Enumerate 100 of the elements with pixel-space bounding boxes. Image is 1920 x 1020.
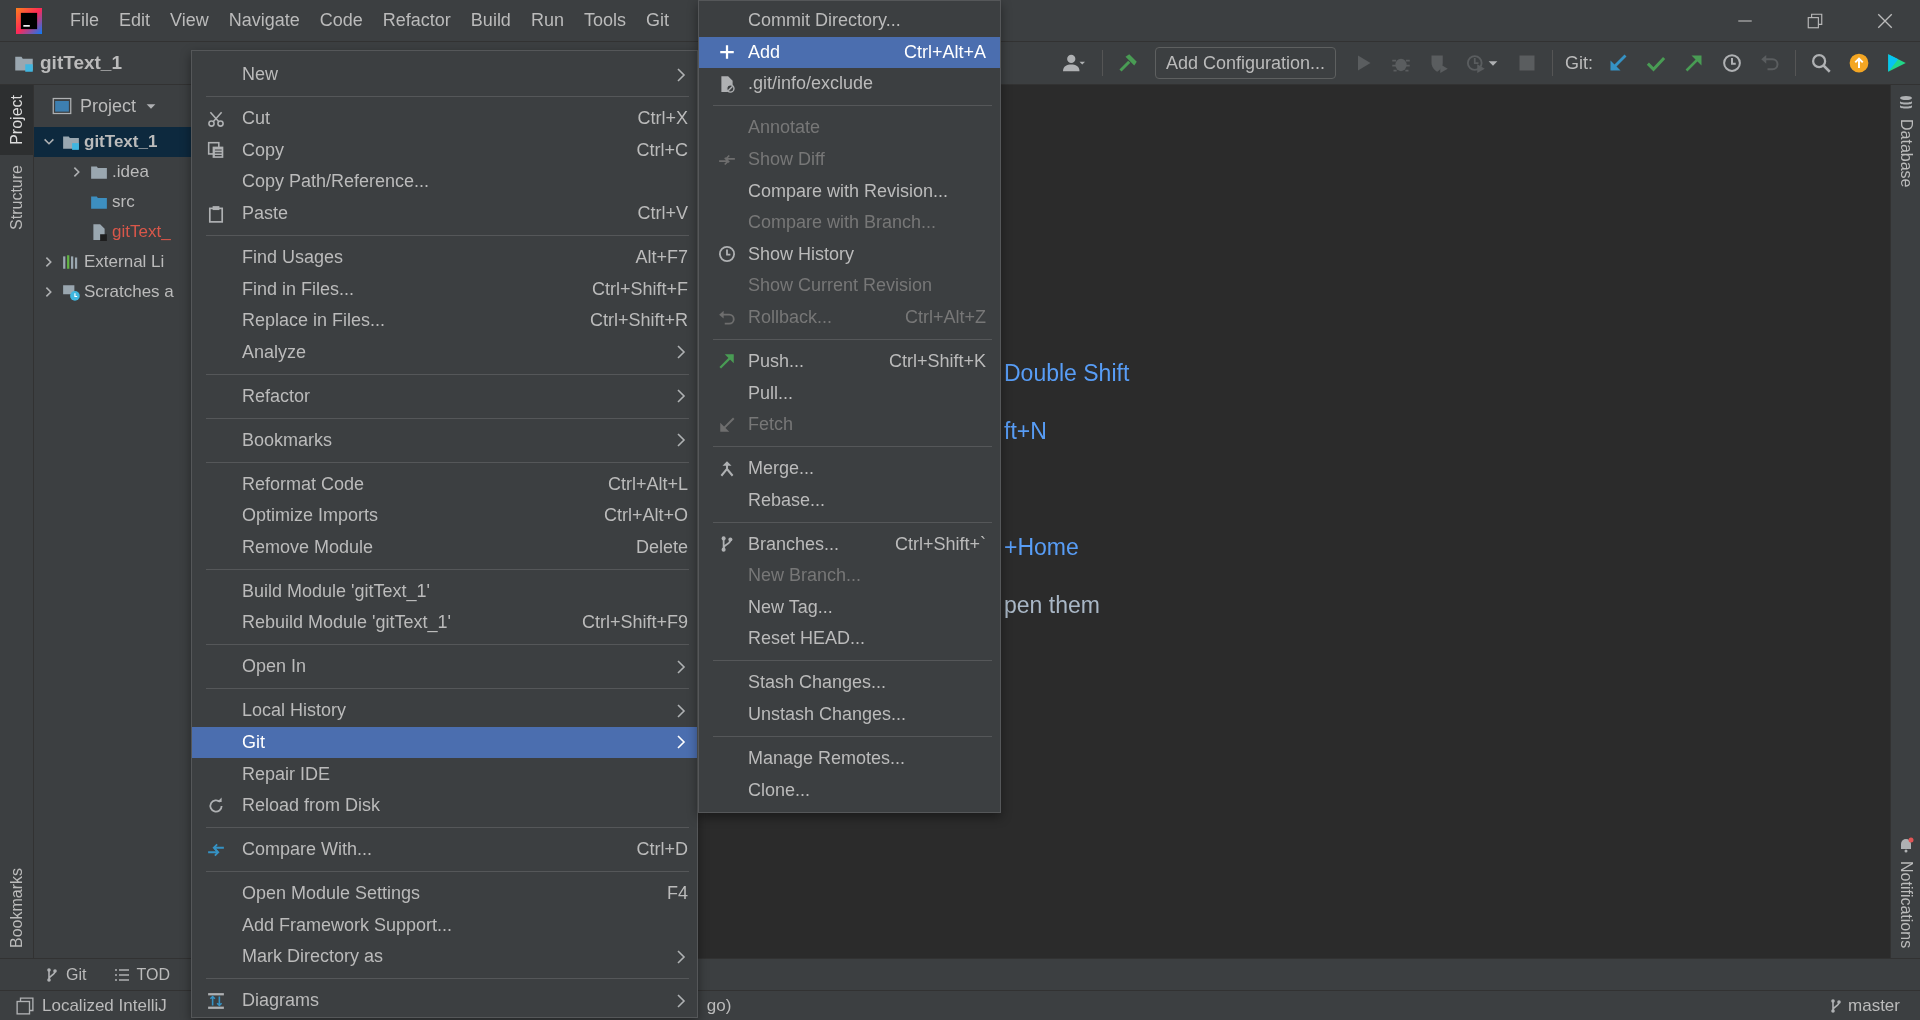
toolbox-logo-icon[interactable] — [1887, 53, 1907, 73]
menu-item[interactable]: .git/info/exclude — [699, 68, 1000, 100]
menu-item[interactable]: Git — [192, 726, 697, 759]
menu-bar-item[interactable]: Code — [309, 10, 373, 31]
menu-item[interactable]: Pull... — [699, 377, 1000, 409]
menu-item[interactable]: Merge... — [699, 452, 1000, 485]
restore-icon[interactable] — [1806, 11, 1824, 30]
menu-bar-item[interactable]: View — [160, 10, 219, 31]
menu-item[interactable]: Compare with Revision... — [699, 175, 1000, 207]
menu-item[interactable]: Rebase... — [699, 484, 1000, 517]
menu-bar-item[interactable]: Tools — [573, 10, 636, 31]
menu-bar-item[interactable]: Edit — [109, 10, 161, 31]
menu-item[interactable]: Commit Directory... — [699, 5, 1000, 37]
clipboard-icon — [207, 204, 225, 223]
editor-hint: pen them — [1004, 591, 1101, 620]
hammer-icon[interactable] — [1117, 53, 1138, 73]
menu-item[interactable]: Add Ctrl+Alt+A — [699, 36, 1000, 69]
menu-item[interactable]: Build Module 'gitText_1' — [192, 575, 697, 608]
menu-bar-item[interactable]: Refactor — [372, 10, 461, 31]
shortcut-label: Ctrl+Shift+` — [894, 533, 986, 555]
menu-item[interactable]: Reset HEAD... — [699, 623, 1000, 655]
menu-item[interactable]: Stash Changes... — [699, 667, 1000, 699]
shortcut-label: Ctrl+V — [637, 203, 688, 225]
tool-window-tab[interactable]: Database — [1891, 85, 1920, 198]
search-icon[interactable] — [1811, 53, 1831, 73]
menu-item[interactable]: Diagrams — [192, 984, 697, 1017]
folder-icon — [90, 193, 108, 211]
menu-bar-item[interactable]: Navigate — [218, 10, 310, 31]
menu-item[interactable]: Copy Path/Reference... — [192, 166, 697, 198]
menu-item[interactable]: Refactor — [192, 380, 697, 413]
update-badge-icon[interactable] — [1849, 53, 1869, 73]
shortcut-label: Ctrl+Shift+F — [591, 278, 688, 300]
tool-window-tab[interactable]: Bookmarks — [0, 857, 33, 958]
menu-item[interactable]: Remove Module Delete — [192, 531, 697, 564]
menu-item[interactable]: New — [192, 59, 697, 91]
menu-item[interactable]: Open In — [192, 651, 697, 683]
window-icon[interactable] — [16, 996, 34, 1015]
menu-item[interactable]: New Tag... — [699, 591, 1000, 624]
tool-window-tab[interactable]: Notifications — [1891, 826, 1920, 958]
push-arrow-icon[interactable] — [1684, 53, 1704, 73]
scissors-icon — [207, 109, 225, 128]
menu-item[interactable]: Reload from Disk — [192, 789, 697, 822]
user-icon[interactable] — [1062, 52, 1085, 74]
up-arrow-icon — [718, 352, 736, 371]
menu-item[interactable]: Branches... Ctrl+Shift+` — [699, 528, 1000, 560]
menu-item[interactable]: Manage Remotes... — [699, 742, 1000, 775]
menu-bar-item[interactable]: Git — [635, 10, 679, 31]
menu-item[interactable]: Clone... — [699, 774, 1000, 806]
git-label: Git: — [1564, 52, 1594, 74]
menu-item[interactable]: Reformat Code Ctrl+Alt+L — [192, 468, 697, 500]
menu-item[interactable]: Cut Ctrl+X — [192, 102, 697, 135]
menu-bar-item[interactable]: Run — [520, 10, 574, 31]
tree-item[interactable]: gitText_1 — [34, 127, 192, 157]
menu-item[interactable]: Unstash Changes... — [699, 698, 1000, 731]
tree-item[interactable]: Scratches a — [34, 277, 192, 307]
run-configuration-button[interactable]: Add Configuration... — [1154, 47, 1336, 79]
menu-item[interactable]: Paste Ctrl+V — [192, 197, 697, 230]
tool-window-tab[interactable]: Structure — [0, 154, 33, 240]
menu-item[interactable]: Compare With... Ctrl+D — [192, 833, 697, 866]
shortcut-label: Ctrl+X — [637, 108, 688, 130]
update-arrow-icon[interactable] — [1608, 53, 1628, 73]
menu-item[interactable]: Push... Ctrl+Shift+K — [699, 345, 1000, 378]
refresh-icon — [207, 796, 225, 815]
menu-item[interactable]: Optimize Imports Ctrl+Alt+O — [192, 500, 697, 532]
history-icon[interactable] — [1722, 53, 1742, 73]
tree-item[interactable]: External Li — [34, 247, 192, 277]
menu-bar-item[interactable]: Build — [460, 10, 521, 31]
editor-hint: +Home — [1004, 533, 1080, 562]
shortcut-label: Ctrl+Shift+R — [589, 310, 688, 332]
merge-icon — [718, 459, 736, 478]
menu-item[interactable]: Local History — [192, 695, 697, 727]
tree-item[interactable]: .idea — [34, 157, 192, 187]
menu-item[interactable]: Mark Directory as — [192, 941, 697, 973]
menu-item[interactable]: Find Usages Alt+F7 — [192, 241, 697, 274]
project-breadcrumb[interactable]: gitText_1 — [0, 52, 122, 74]
shortcut-label: F4 — [667, 883, 688, 905]
shortcut-label: Delete — [635, 536, 688, 558]
list-icon — [114, 966, 131, 983]
tree-item[interactable]: src — [34, 187, 192, 217]
tool-window-tab[interactable]: Project — [0, 85, 33, 155]
menu-item[interactable]: Show History — [699, 238, 1000, 271]
menu-item[interactable]: Rebuild Module 'gitText_1' Ctrl+Shift+F9 — [192, 607, 697, 639]
menu-item[interactable]: Copy Ctrl+C — [192, 134, 697, 167]
database-icon — [1897, 95, 1914, 111]
tool-window-tab[interactable]: Git — [44, 965, 87, 984]
menu-item[interactable]: Add Framework Support... — [192, 909, 697, 941]
project-view-header[interactable]: Project — [34, 85, 192, 127]
tool-window-tab[interactable]: TOD — [114, 965, 170, 984]
close-icon[interactable] — [1876, 11, 1894, 30]
menu-item[interactable]: Repair IDE — [192, 758, 697, 790]
menu-item[interactable]: Open Module Settings F4 — [192, 877, 697, 910]
menu-item[interactable]: Analyze — [192, 336, 697, 369]
menu-item[interactable]: Replace in Files... Ctrl+Shift+R — [192, 304, 697, 337]
menu-bar-item[interactable]: File — [60, 10, 109, 31]
git-branch-widget[interactable]: master — [1828, 995, 1900, 1016]
shortcut-label: Ctrl+Alt+A — [903, 41, 986, 63]
menu-item[interactable]: Bookmarks — [192, 424, 697, 457]
menu-item[interactable]: Find in Files... Ctrl+Shift+F — [192, 273, 697, 305]
status-message: go) — [706, 995, 732, 1016]
shortcut-label: Ctrl+Alt+L — [607, 473, 688, 495]
